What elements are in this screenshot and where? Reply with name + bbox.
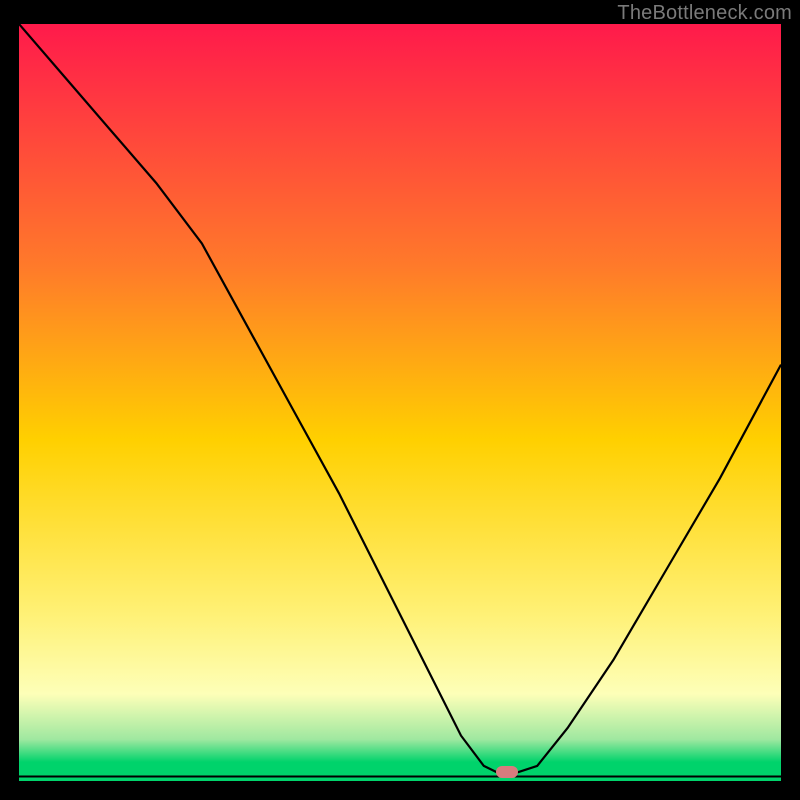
watermark-text: TheBottleneck.com [617, 2, 792, 25]
bottleneck-curve [19, 24, 781, 773]
plot-area [19, 24, 781, 781]
optimal-marker [496, 766, 518, 778]
chart-frame: TheBottleneck.com [0, 0, 800, 800]
curve-layer [19, 24, 781, 781]
